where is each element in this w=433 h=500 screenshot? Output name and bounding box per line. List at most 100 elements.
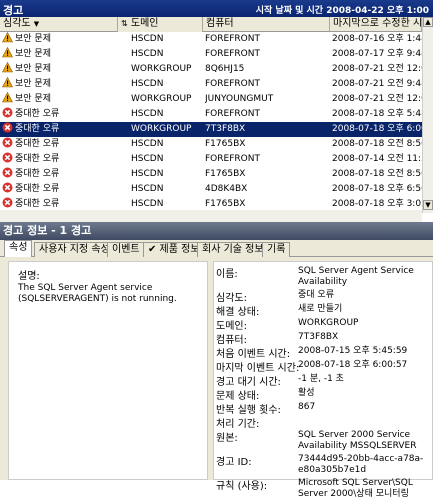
cell-severity: 중대한 오류 xyxy=(15,199,60,209)
property-value: 중대 오류 xyxy=(298,290,334,300)
column-severity[interactable]: 심각도 ▼ xyxy=(0,17,127,32)
property-label: 처리 기간: xyxy=(216,419,260,430)
error-icon xyxy=(2,152,13,167)
warning-icon xyxy=(2,32,13,47)
table-row[interactable]: 중대한 오류 WORKGROUP 7T3F8BX 2008-07-18 오후 6:00… xyxy=(0,122,422,137)
cell-severity: 보안 문제 xyxy=(15,49,51,59)
property-label: 이름: xyxy=(216,269,238,280)
cell-severity: 중대한 오류 xyxy=(15,139,60,149)
cell-computer: FOREFRONT xyxy=(205,34,260,44)
tab-bar: 속성 사용자 지정 속성 이벤트 ✔ 제품 정보 회사 기술 정보 기록 xyxy=(0,240,433,257)
cell-computer: 8Q6HJ15 xyxy=(205,64,245,74)
cell-time: 2008-07-18 오전 8:56:1 xyxy=(332,169,422,179)
cell-computer: F1765BX xyxy=(205,169,246,179)
property-value: WORKGROUP xyxy=(298,318,359,328)
table-row[interactable]: 중대한 오류 HSCDN 4D8K4BX 2008-07-18 오후 6:56:5 xyxy=(0,182,422,197)
property-label: 규칙 (사용): xyxy=(216,481,268,492)
cell-time: 2008-07-18 오후 6:00:5 xyxy=(332,124,422,134)
cell-severity: 보안 문제 xyxy=(15,64,51,74)
column-header: 심각도 ▼ ⇅ 도메인 컴퓨터 마지막으로 수정한 시간 xyxy=(0,17,422,32)
table-row[interactable]: 중대한 오류 HSCDN F1765BX 2008-07-18 오전 8:56:1 xyxy=(0,137,422,152)
cell-domain: HSCDN xyxy=(131,154,164,164)
table-row[interactable]: 중대한 오류 HSCDN F1765BX 2008-07-18 오후 3:03:4 xyxy=(0,197,422,210)
sort-desc-icon: ▼ xyxy=(33,20,40,28)
cell-severity: 중대한 오류 xyxy=(15,154,60,164)
column-domain[interactable]: ⇅ 도메인 xyxy=(117,17,203,32)
column-last-modified[interactable]: 마지막으로 수정한 시간 xyxy=(330,17,422,32)
tab-custom-properties[interactable]: 사용자 지정 속성 xyxy=(34,242,115,257)
tab-company-info[interactable]: 회사 기술 정보 xyxy=(197,242,269,257)
cell-computer: F1765BX xyxy=(205,199,246,209)
property-label: 경고 대기 시간: xyxy=(216,377,281,388)
date-range[interactable]: 시작 날짜 및 시간 2008-04-22 오후 1:00 xyxy=(256,3,429,16)
property-label: 반복 실행 횟수: xyxy=(216,405,281,416)
cell-severity: 중대한 오류 xyxy=(15,184,60,194)
error-icon xyxy=(2,137,13,152)
description-text: The SQL Server Agent service (SQLSERVERA… xyxy=(18,283,177,304)
table-row[interactable]: 중대한 오류 HSCDN F1765BX 2008-07-18 오전 8:56:1 xyxy=(0,167,422,182)
cell-domain: HSCDN xyxy=(131,79,164,89)
alert-list[interactable]: 보안 문제HSCDNFOREFRONT2008-07-16 오후 1:48:0보… xyxy=(0,32,422,210)
column-computer[interactable]: 컴퓨터 xyxy=(203,17,330,32)
property-value: 73444d95-20bb-4acc-a78a-e80a305b7e1d xyxy=(298,454,424,475)
error-icon xyxy=(2,182,13,197)
cell-time: 2008-07-17 오후 9:48:0 xyxy=(332,49,422,59)
warning-icon xyxy=(2,92,13,107)
cell-time: 2008-07-21 오전 12:01: xyxy=(332,64,422,74)
cell-severity: 중대한 오류 xyxy=(15,124,60,134)
property-value: 2008-07-18 오후 6:00:57 xyxy=(298,360,408,370)
property-value: SQL Server 2000 Service Availability MSS… xyxy=(298,430,417,451)
error-icon xyxy=(2,167,13,182)
cell-computer: 4D8K4BX xyxy=(205,184,248,194)
cell-computer: F1765BX xyxy=(205,139,246,149)
cell-severity: 중대한 오류 xyxy=(15,109,60,119)
title-bar: 경고 시작 날짜 및 시간 2008-04-22 오후 1:00 xyxy=(0,0,433,17)
property-value: 867 xyxy=(298,402,316,412)
cell-time: 2008-07-18 오후 6:56:5 xyxy=(332,184,422,194)
cell-computer: FOREFRONT xyxy=(205,154,260,164)
property-value: 2008-07-15 오후 5:45:59 xyxy=(298,346,408,356)
sort-icon: ⇅ xyxy=(121,19,128,28)
description-label: 설명: xyxy=(18,271,40,282)
cell-severity: 보안 문제 xyxy=(15,34,51,44)
property-value: 활성 xyxy=(298,388,315,398)
cell-time: 2008-07-18 오후 3:03:4 xyxy=(332,199,422,209)
table-row[interactable]: 보안 문제 HSCDN FOREFRONT 2008-07-16 오후 1:48:0 xyxy=(0,32,422,47)
property-label: 컴퓨터: xyxy=(216,335,247,346)
property-label: 원본: xyxy=(216,433,238,444)
scroll-up-icon[interactable]: ▲ xyxy=(423,17,433,27)
vertical-scrollbar[interactable]: ▲ ▼ xyxy=(422,17,433,213)
cell-computer: JUNYOUNGMUT xyxy=(205,94,274,104)
cell-time: 2008-07-21 오전 9:48:0 xyxy=(332,79,422,89)
cell-time: 2008-07-14 오전 11:52: xyxy=(332,154,422,164)
alert-details-header: 경고 정보 - 1 경고 xyxy=(0,222,433,240)
cell-severity: 중대한 오류 xyxy=(15,169,60,179)
horizontal-scrollbar[interactable] xyxy=(0,210,422,222)
table-row[interactable]: 보안 문제 WORKGROUP JUNYOUNGMUT 2008-07-21 오전 1… xyxy=(0,92,422,107)
cell-time: 2008-07-18 오전 8:56:1 xyxy=(332,139,422,149)
cell-domain: HSCDN xyxy=(131,169,164,179)
table-row[interactable]: 보안 문제 HSCDN FOREFRONT 2008-07-21 오전 9:48:0 xyxy=(0,77,422,92)
table-row[interactable]: 중대한 오류 HSCDN FOREFRONT 2008-07-18 오후 5:48:3 xyxy=(0,107,422,122)
warning-icon xyxy=(2,77,13,92)
error-icon xyxy=(2,197,13,210)
scroll-down-icon[interactable]: ▼ xyxy=(423,200,433,210)
table-row[interactable]: 보안 문제 WORKGROUP 8Q6HJ15 2008-07-21 오전 12:01… xyxy=(0,62,422,77)
warning-icon xyxy=(2,47,13,62)
cell-computer: FOREFRONT xyxy=(205,109,260,119)
window-title: 경고 xyxy=(3,4,24,17)
tab-properties[interactable]: 속성 xyxy=(4,240,33,257)
error-icon xyxy=(2,122,13,137)
property-value: SQL Server Agent Service Availability xyxy=(298,266,414,287)
cell-computer: FOREFRONT xyxy=(205,49,260,59)
warning-icon xyxy=(2,62,13,77)
table-row[interactable]: 중대한 오류 HSCDN FOREFRONT 2008-07-14 오전 11:52: xyxy=(0,152,422,167)
tab-history[interactable]: 기록 xyxy=(262,242,291,257)
tab-events[interactable]: 이벤트 xyxy=(107,242,145,257)
cell-domain: HSCDN xyxy=(131,139,164,149)
tab-product-info[interactable]: ✔ 제품 정보 xyxy=(143,242,205,257)
cell-severity: 보안 문제 xyxy=(15,94,51,104)
table-row[interactable]: 보안 문제 HSCDN FOREFRONT 2008-07-17 오후 9:48:0 xyxy=(0,47,422,62)
cell-computer: FOREFRONT xyxy=(205,79,260,89)
property-value: -1 분, -1 초 xyxy=(298,374,344,384)
